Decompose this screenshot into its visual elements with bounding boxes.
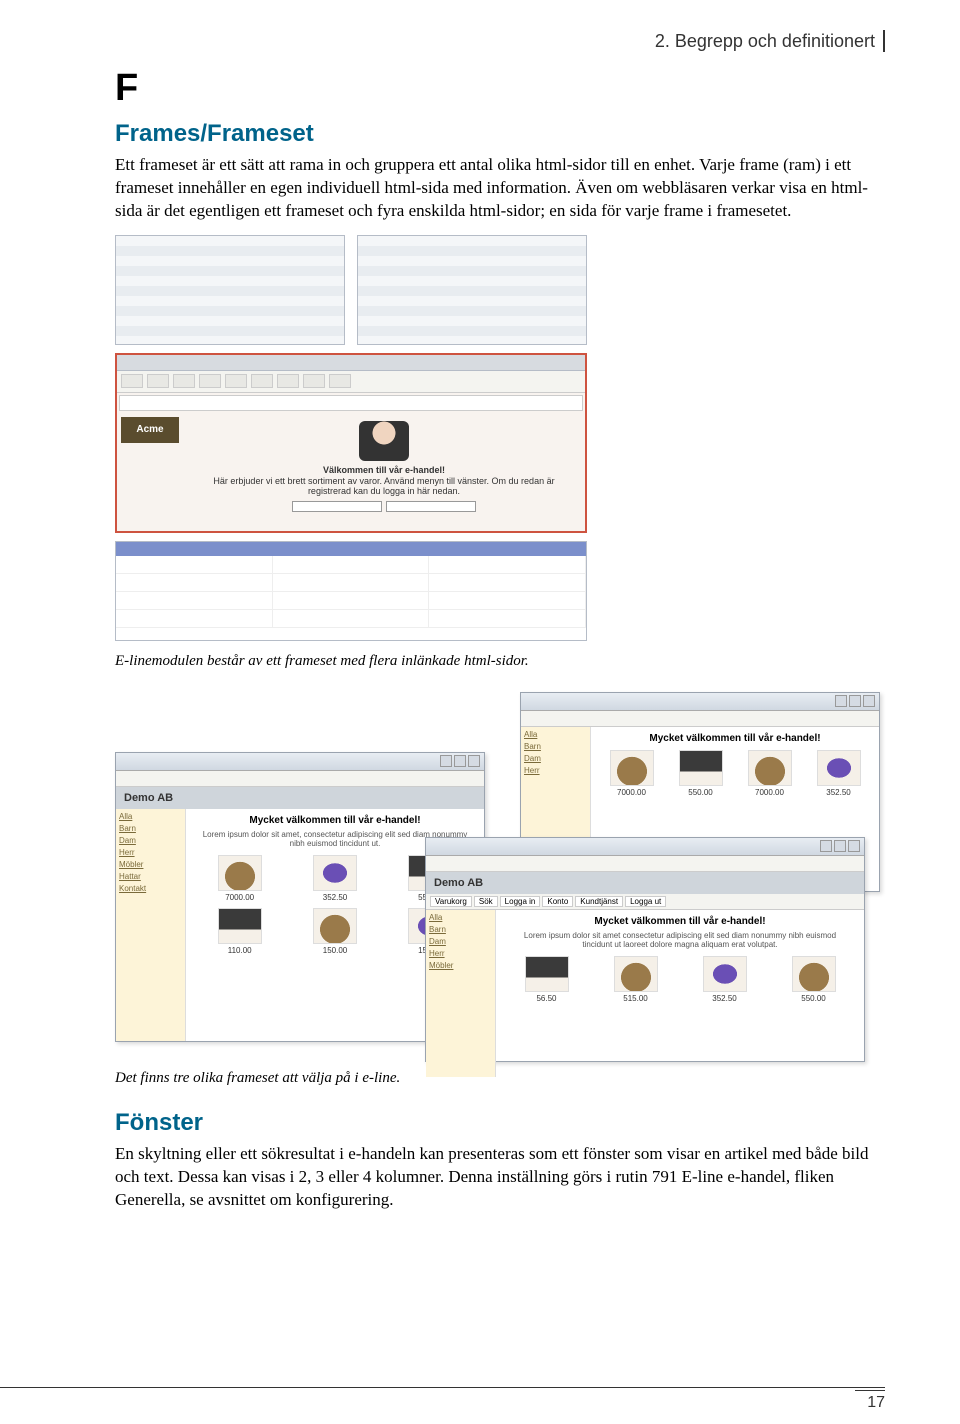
welcome-title-2: Mycket välkommen till vår e-handel! [597,733,873,744]
heading-fonster: Fönster [115,1109,885,1137]
heading-frames: Frames/Frameset [115,120,885,148]
figure-three-framesets: AllaBarnDamHerr Mycket välkommen till vå… [115,692,885,1062]
brand-label-3: Demo AB [426,872,864,894]
welcome-title-1: Mycket välkommen till vår e-handel! [192,815,478,826]
product-price: 352.50 [311,893,359,902]
tab-item[interactable]: Sök [474,896,498,907]
figure-frameset-diagram: Acme Välkommen till vår e-handel! Här er… [115,235,595,645]
frame-top-left [115,235,345,345]
welcome-title-3: Mycket välkommen till vår e-handel! [502,916,858,927]
tab-item[interactable]: Varukorg [430,896,472,907]
tab-item[interactable]: Kundtjänst [575,896,623,907]
frame-top-right [357,235,587,345]
login-field-2[interactable] [386,501,476,512]
product-thumb-chair [218,855,262,891]
welcome-title: Välkommen till vår e-handel! [323,465,445,475]
section-letter: F [115,67,885,110]
brand-label-1: Demo AB [116,787,484,809]
tab-row: Varukorg Sök Logga in Konto Kundtjänst L… [426,894,864,910]
acme-logo: Acme [121,417,179,443]
paragraph-frames: Ett frameset är ett sätt att rama in och… [115,154,875,223]
chapter-breadcrumb: 2. Begrepp och definitionert [115,30,885,52]
product-thumb-hat [313,855,357,891]
tab-item[interactable]: Konto [542,896,573,907]
login-field-1[interactable] [292,501,382,512]
product-price: 7000.00 [216,893,264,902]
frame-browser-main: Acme Välkommen till vår e-handel! Här er… [115,353,587,533]
paragraph-fonster: En skyltning eller ett sökresultat i e-h… [115,1143,875,1212]
demo-window-3: Demo AB Varukorg Sök Logga in Konto Kund… [425,837,865,1062]
welcome-body: Här erbjuder vi ett brett sortiment av v… [201,476,567,498]
person-avatar-icon [359,421,409,461]
caption-figure-1: E-linemodulen består av ett frameset med… [115,653,885,670]
tab-item[interactable]: Logga in [500,896,541,907]
frame-bottom [115,541,587,641]
sidebar: AllaBarnDamHerrMöbler [426,910,496,1077]
page-number: 17 [855,1390,885,1412]
footer-rule [0,1387,885,1388]
tab-item[interactable]: Logga ut [625,896,666,907]
sidebar: AllaBarnDamHerrMöblerHattarKontakt [116,809,186,1041]
